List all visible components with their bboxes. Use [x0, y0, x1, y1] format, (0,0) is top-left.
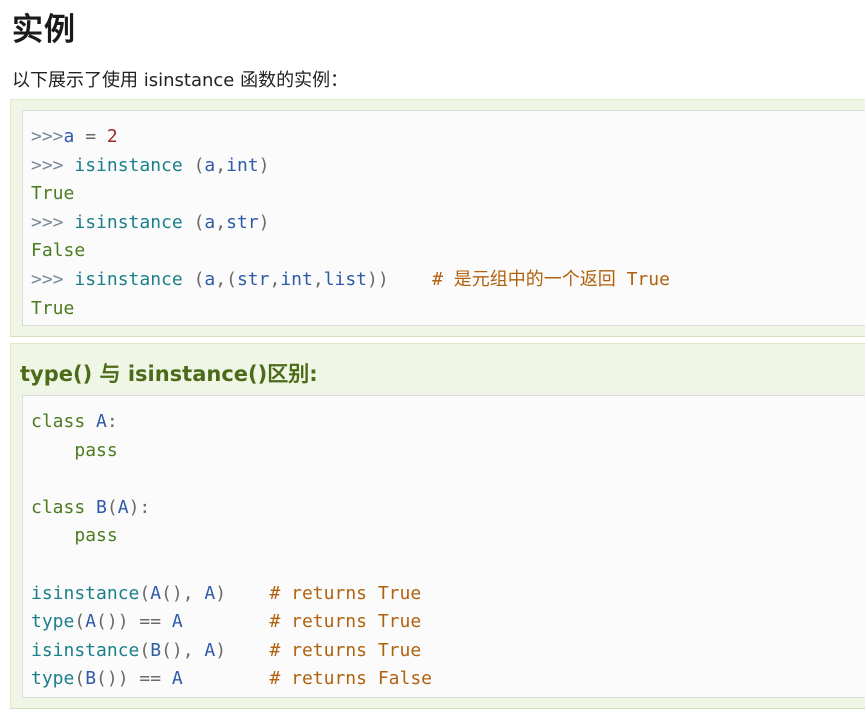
code-line: False [31, 240, 86, 262]
code-line: >>> isinstance (a,str) [31, 211, 270, 233]
code-line: class A: [31, 411, 118, 432]
section-title: type() 与 isinstance()区别: [20, 362, 318, 386]
code-line: pass [74, 525, 118, 547]
code-line: True [31, 183, 75, 205]
code-line: isinstance(B(), A) # returns True [31, 639, 422, 661]
code-line: pass [74, 439, 118, 461]
page-heading: 实例 [12, 12, 76, 48]
code-line: >>> isinstance (a,(str,int,list)) # 是元组中… [31, 268, 670, 290]
comparison-panel: type() 与 isinstance()区别: class A: pass cl… [10, 343, 865, 709]
page: 实例 以下展示了使用 isinstance 函数的实例： >>>a = 2 >>>… [0, 0, 865, 714]
code-block[interactable]: class A: pass class B(A): pass isinstance(… [22, 395, 865, 698]
code-comment: # 是元组中的一个返回 True [388, 268, 670, 290]
code-line: type(B()) == A # returns False [31, 668, 432, 690]
code-comment: # returns True [226, 582, 422, 604]
code-block[interactable]: >>>a = 2 >>> isinstance (a,int) True >>> is… [22, 110, 865, 326]
code-listing: class A: pass class B(A): pass isinstance(… [31, 408, 432, 694]
code-line: isinstance(A(), A) # returns True [31, 582, 422, 604]
code-line: >>> isinstance (a,int) [31, 154, 270, 176]
code-listing: >>>a = 2 >>> isinstance (a,int) True >>> is… [31, 123, 670, 323]
code-line: class B(A): [31, 496, 151, 518]
example-panel: >>>a = 2 >>> isinstance (a,int) True >>> is… [10, 99, 865, 337]
code-line: True [31, 297, 75, 319]
code-line: >>>a = 2 [31, 126, 118, 147]
code-comment: # returns True [182, 611, 422, 633]
code-line: type(A()) == A # returns True [31, 611, 422, 633]
code-comment: # returns True [226, 639, 422, 661]
code-comment: # returns False [182, 668, 432, 690]
intro-text: 以下展示了使用 isinstance 函数的实例： [12, 70, 349, 91]
